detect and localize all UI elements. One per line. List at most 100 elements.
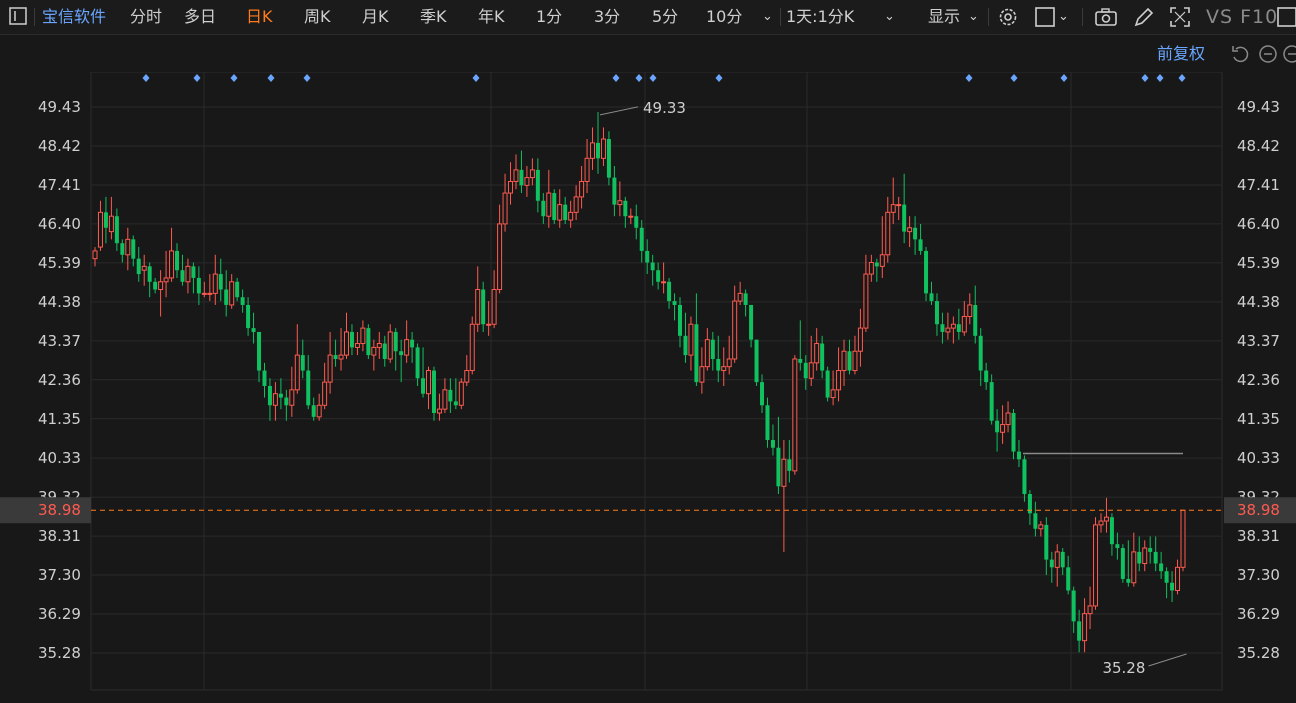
square-icon[interactable] xyxy=(1034,5,1058,29)
chart-svg[interactable]: 49.43 49.43 48.42 48.42 47.41 47.41 46.40 46.40… xyxy=(0,71,1296,699)
chevron-down-icon[interactable]: ⌄ xyxy=(968,0,979,34)
candle-body xyxy=(404,339,410,356)
candle-body xyxy=(770,440,775,448)
candle-body xyxy=(896,204,902,207)
candle-body xyxy=(354,343,360,348)
price-tick-right: 35.28 xyxy=(1237,644,1280,662)
square-icon[interactable] xyxy=(1276,5,1296,29)
candle-body xyxy=(995,420,1000,433)
candle-body xyxy=(294,354,300,391)
tab-period[interactable]: 日K xyxy=(246,0,273,34)
candle-body xyxy=(371,346,377,356)
candle-body xyxy=(929,293,934,302)
candle-body xyxy=(486,323,492,326)
candle-body xyxy=(634,216,639,228)
price-tick-left: 44.38 xyxy=(38,293,81,311)
event-marker-icon xyxy=(193,74,201,82)
candle-body xyxy=(262,370,267,386)
candle-body xyxy=(136,258,141,275)
candle-body xyxy=(639,227,644,251)
price-tick-right: 36.29 xyxy=(1237,605,1280,623)
candle-body xyxy=(1148,548,1153,552)
candle-body xyxy=(967,304,973,318)
brand-name[interactable]: 宝信软件 xyxy=(42,0,106,34)
price-tick-right: 41.35 xyxy=(1237,410,1280,428)
candle-body xyxy=(1115,544,1120,549)
candle-body xyxy=(535,169,540,201)
candle-body xyxy=(125,238,131,256)
candle-body xyxy=(131,239,136,259)
tab-period[interactable]: 季K xyxy=(420,0,447,34)
candle-body xyxy=(765,405,770,441)
candle-body xyxy=(552,193,557,221)
candle-body xyxy=(820,343,825,371)
candle-body xyxy=(1137,551,1142,564)
candle-body xyxy=(180,270,185,282)
candle-body xyxy=(464,370,470,383)
adjust-mode-button[interactable]: 前复权 xyxy=(1157,40,1205,68)
tab-period[interactable]: 1分 xyxy=(536,0,562,34)
gear-icon[interactable] xyxy=(996,5,1020,29)
panel-icon[interactable] xyxy=(8,5,30,29)
candle-body xyxy=(1120,548,1125,579)
candle-body xyxy=(814,343,820,364)
candle-body xyxy=(956,324,961,332)
candle-body xyxy=(497,223,503,291)
candle-body xyxy=(1077,621,1082,641)
candle-body xyxy=(803,362,808,379)
price-tick-right: 46.40 xyxy=(1237,215,1280,233)
candle-body xyxy=(415,347,420,379)
divider xyxy=(988,8,989,26)
candle-body xyxy=(808,362,814,379)
undo-icon[interactable] xyxy=(1230,44,1250,64)
divider xyxy=(34,8,35,26)
zoom-out-icon[interactable] xyxy=(1258,44,1278,64)
pencil-icon[interactable] xyxy=(1132,5,1156,29)
price-tick-left: 37.30 xyxy=(38,566,81,584)
candle-body xyxy=(973,304,978,336)
candle-body xyxy=(606,139,611,178)
candle-body xyxy=(1044,524,1049,560)
candle-body xyxy=(448,389,453,402)
display-menu[interactable]: 显示 xyxy=(928,0,960,34)
price-tick-left: 45.39 xyxy=(38,254,81,272)
tab-period[interactable]: 3分 xyxy=(594,0,620,34)
chevron-down-icon[interactable]: ⌄ xyxy=(1058,0,1069,34)
event-marker-icon xyxy=(715,74,723,82)
tab-period[interactable]: 10分 xyxy=(706,0,742,34)
tab-period[interactable]: 5分 xyxy=(652,0,678,34)
candle-body xyxy=(650,262,655,271)
camera-icon[interactable] xyxy=(1094,5,1118,29)
tab-period[interactable]: 多日 xyxy=(184,0,216,34)
interval-combo[interactable]: 1天:1分K xyxy=(786,0,854,34)
fullscreen-icon[interactable] xyxy=(1168,5,1192,29)
price-tick-left: 49.43 xyxy=(38,98,81,116)
candle-body xyxy=(458,381,464,406)
candle-body xyxy=(1011,412,1016,452)
candle-body xyxy=(617,200,623,206)
candle-body xyxy=(1159,563,1164,572)
candle-body xyxy=(907,227,913,233)
candle-body xyxy=(343,331,349,356)
tab-period[interactable]: 年K xyxy=(478,0,505,34)
candle-body xyxy=(519,169,524,186)
price-tick-right: 42.36 xyxy=(1237,371,1280,389)
candlestick-chart[interactable]: 49.43 49.43 48.42 48.42 47.41 47.41 46.40 46.40… xyxy=(0,71,1296,703)
divider xyxy=(780,8,781,26)
vs-f10-label[interactable]: VS F10 xyxy=(1206,0,1278,34)
candle-body xyxy=(1054,551,1060,568)
candle-body xyxy=(393,331,398,352)
zoom-in-icon[interactable] xyxy=(1282,44,1296,64)
price-tick-left: 46.40 xyxy=(38,215,81,233)
tab-period[interactable]: 分时 xyxy=(130,0,162,34)
chevron-down-icon[interactable]: ⌄ xyxy=(762,0,773,34)
candle-body xyxy=(623,200,628,217)
candle-body xyxy=(945,327,951,333)
candle-body xyxy=(114,216,119,244)
candle-body xyxy=(147,266,152,282)
tab-period[interactable]: 月K xyxy=(362,0,389,34)
candle-body xyxy=(600,138,606,159)
chevron-down-icon[interactable]: ⌄ xyxy=(884,0,895,34)
candle-body xyxy=(513,169,519,182)
tab-period[interactable]: 周K xyxy=(304,0,331,34)
